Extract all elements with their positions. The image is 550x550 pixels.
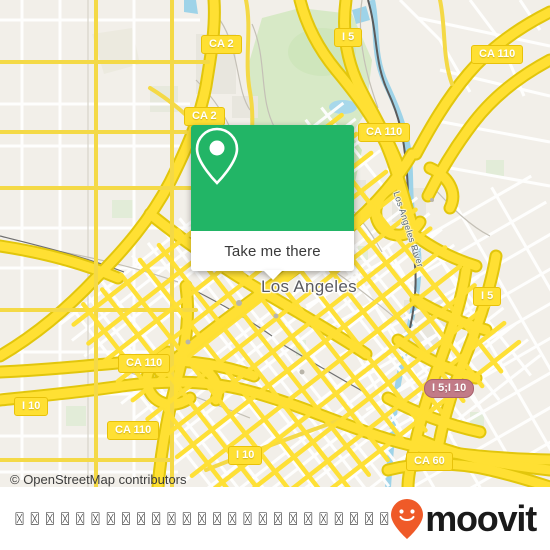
popup-action-bar[interactable]: Take me there <box>191 231 354 271</box>
shield-ca2-top: CA 2 <box>201 35 242 54</box>
take-me-there-button[interactable]: Take me there <box>224 243 320 260</box>
shield-ca2-left: CA 2 <box>184 107 225 126</box>
shield-i10-bottom: I 10 <box>228 446 263 465</box>
footer-location-text: 〿〿〿〿〿〿〿〿〿〿〿〿〿〿〿〿〿〿〿〿〿〿〿〿〿〿〿〿〿, Los Angel… <box>12 508 390 529</box>
map-canvas[interactable]: Los Angeles Los Angeles River CA 2I 5 CA … <box>0 0 550 487</box>
popup-pointer <box>262 270 283 280</box>
shield-ca110-lower: CA 110 <box>107 421 160 440</box>
moovit-map-screenshot: Los Angeles Los Angeles River CA 2I 5 CA … <box>0 0 550 550</box>
shield-ca110-mid: CA 110 <box>358 123 411 142</box>
popup-header <box>191 125 354 231</box>
moovit-wordmark: moovit <box>425 497 537 539</box>
take-me-there-popup[interactable]: Take me there <box>191 125 354 280</box>
shield-i5-top: I 5 <box>334 28 363 47</box>
shield-ca110-upper: CA 110 <box>118 354 171 373</box>
footer-bar: 〿〿〿〿〿〿〿〿〿〿〿〿〿〿〿〿〿〿〿〿〿〿〿〿〿〿〿〿〿, Los Angel… <box>0 487 550 550</box>
openstreetmap-attribution[interactable]: © OpenStreetMap contributors <box>10 472 187 487</box>
moovit-logo[interactable]: moovit <box>390 497 537 540</box>
shield-i10-left: I 10 <box>14 397 49 416</box>
map-pin-icon <box>195 127 239 185</box>
shield-ca110-topright: CA 110 <box>471 45 524 64</box>
shield-ca60: CA 60 <box>406 452 453 471</box>
moovit-pin-smiley-icon <box>391 498 424 539</box>
shield-i5-right: I 5 <box>473 287 502 306</box>
footer-place-name: 〿〿〿〿〿〿〿〿〿〿〿〿〿〿〿〿〿〿〿〿〿〿〿〿〿〿〿〿〿 <box>12 511 391 528</box>
shield-i5i10: I 5;I 10 <box>424 379 475 398</box>
